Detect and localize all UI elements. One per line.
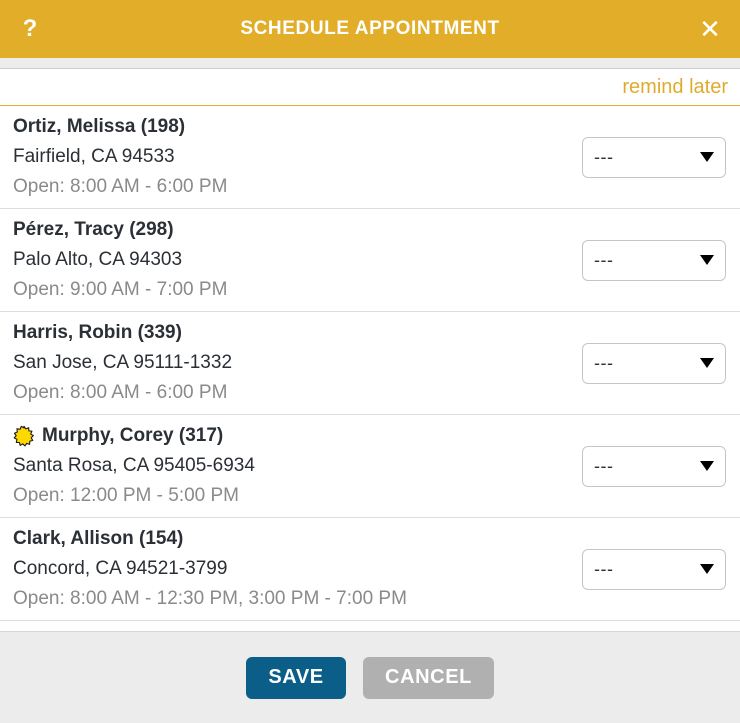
appointment-slot-select[interactable]: --- [582,342,726,384]
provider-info: Ortiz, Melissa (198) Fairfield, CA 94533 O… [13,113,227,201]
provider-hours: Open: 8:00 AM - 12:30 PM, 3:00 PM - 7:00… [13,588,407,609]
appointment-slot-select[interactable]: --- [582,445,726,487]
dialog-titlebar: ? SCHEDULE APPOINTMENT ✕ [0,0,740,58]
provider-name-label: Pérez, Tracy (298) [13,219,174,240]
provider-address: Santa Rosa, CA 95405-6934 [13,455,255,476]
provider-name-label: Harris, Robin (339) [13,322,182,343]
provider-name: Ortiz, Melissa (198) [13,113,227,141]
provider-address: Palo Alto, CA 94303 [13,249,183,270]
provider-name: Harris, Robin (339) [13,319,232,347]
provider-name-label: Ortiz, Melissa (198) [13,116,186,137]
appointment-slot-select[interactable]: --- [582,136,726,178]
help-icon[interactable]: ? [14,13,46,45]
provider-name: Murphy, Corey (317) [13,422,255,450]
provider-address: Fairfield, CA 94533 [13,146,175,167]
appointment-slot-select[interactable]: --- [582,239,726,281]
appointment-slot-value: --- [594,353,614,373]
provider-hours: Open: 12:00 PM - 5:00 PM [13,485,240,506]
table-row: Pérez, Tracy (298) Palo Alto, CA 94303 Ope… [0,209,740,312]
dialog-title: SCHEDULE APPOINTMENT [240,18,500,39]
table-row: Clark, Allison (154) Concord, CA 94521-37… [0,518,740,621]
provider-name: Pérez, Tracy (298) [13,216,227,244]
schedule-appointment-dialog: ? SCHEDULE APPOINTMENT ✕ remind later Or… [0,0,740,723]
table-row: Murphy, Corey (317) Santa Rosa, CA 95405-… [0,415,740,518]
star-icon [13,425,35,447]
appointment-slot-select[interactable]: --- [582,548,726,590]
provider-name-label: Murphy, Corey (317) [42,425,224,446]
provider-info: Clark, Allison (154) Concord, CA 94521-37… [13,525,407,613]
remind-later-link[interactable]: remind later [622,76,728,99]
provider-hours: Open: 8:00 AM - 6:00 PM [13,382,228,403]
provider-name: Clark, Allison (154) [13,525,407,553]
table-row: Harris, Robin (339) San Jose, CA 95111-13… [0,312,740,415]
chevron-down-icon [700,564,714,574]
table-row: Ortiz, Melissa (198) Fairfield, CA 94533 O… [0,106,740,209]
provider-hours: Open: 8:00 AM - 6:00 PM [13,176,228,197]
provider-info: Pérez, Tracy (298) Palo Alto, CA 94303 Ope… [13,216,227,304]
appointment-list: Ortiz, Melissa (198) Fairfield, CA 94533 O… [0,106,740,631]
appointment-slot-value: --- [594,250,614,270]
appointment-slot-value: --- [594,456,614,476]
chevron-down-icon [700,461,714,471]
chevron-down-icon [700,152,714,162]
dialog-footer: SAVE CANCEL [0,631,740,723]
cancel-button[interactable]: CANCEL [363,656,494,699]
close-icon[interactable]: ✕ [694,13,726,45]
appointment-slot-value: --- [594,559,614,579]
provider-address: Concord, CA 94521-3799 [13,558,228,579]
provider-name-label: Clark, Allison (154) [13,528,184,549]
chevron-down-icon [700,358,714,368]
provider-info: Murphy, Corey (317) Santa Rosa, CA 95405-… [13,422,255,510]
provider-info: Harris, Robin (339) San Jose, CA 95111-13… [13,319,232,407]
remind-bar: remind later [0,69,740,106]
provider-hours: Open: 9:00 AM - 7:00 PM [13,279,228,300]
subbar-strip [0,58,740,69]
appointment-slot-value: --- [594,147,614,167]
save-button[interactable]: SAVE [246,656,347,699]
provider-address: San Jose, CA 95111-1332 [13,352,233,373]
chevron-down-icon [700,255,714,265]
